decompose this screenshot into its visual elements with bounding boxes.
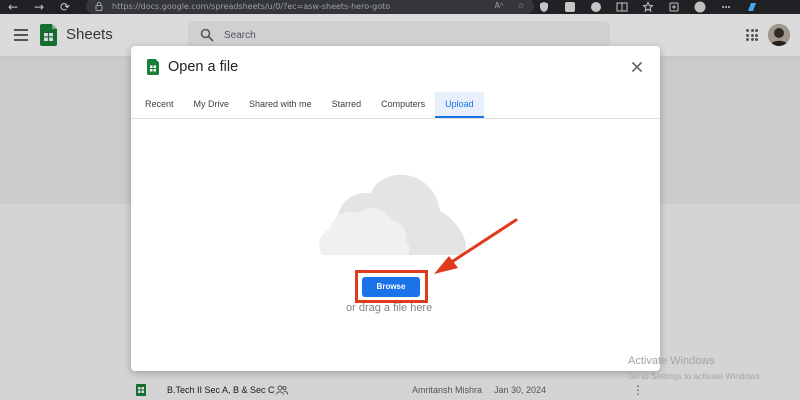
back-icon[interactable]: ← bbox=[0, 0, 26, 14]
reload-icon[interactable]: ⟳ bbox=[52, 0, 78, 14]
tab-shared-with-me[interactable]: Shared with me bbox=[239, 92, 322, 118]
profile-icon[interactable] bbox=[694, 1, 706, 13]
address-bar[interactable]: https://docs.google.com/spreadsheets/u/0… bbox=[86, 0, 534, 14]
tab-starred[interactable]: Starred bbox=[322, 92, 372, 118]
activate-windows-subtitle: Go to Settings to activate Windows. bbox=[628, 371, 763, 381]
sheets-logo-icon bbox=[147, 59, 159, 75]
tabs-divider bbox=[131, 118, 660, 119]
browser-toolbar: ← → ⟳ https://docs.google.com/spreadshee… bbox=[0, 0, 800, 14]
favorites-icon[interactable] bbox=[642, 1, 654, 13]
close-icon[interactable] bbox=[631, 61, 643, 73]
browse-button[interactable]: Browse bbox=[362, 277, 420, 297]
dialog-title: Open a file bbox=[168, 59, 239, 75]
url-text: https://docs.google.com/spreadsheets/u/0… bbox=[112, 1, 391, 11]
tab-upload[interactable]: Upload bbox=[435, 92, 484, 118]
tab-computers[interactable]: Computers bbox=[371, 92, 435, 118]
favorite-star-icon[interactable]: ☆ bbox=[516, 0, 526, 10]
upload-cloud-illustration bbox=[319, 174, 466, 255]
open-file-dialog: Open a file Recent My Drive Shared with … bbox=[131, 46, 660, 371]
copilot-icon[interactable] bbox=[746, 1, 758, 13]
read-aloud-icon[interactable]: Aᴬ bbox=[494, 0, 504, 10]
activate-windows-title: Activate Windows bbox=[628, 355, 715, 367]
more-menu-icon[interactable] bbox=[720, 1, 732, 13]
lock-icon bbox=[95, 1, 103, 11]
extension-icon[interactable] bbox=[564, 1, 576, 13]
tab-recent[interactable]: Recent bbox=[135, 92, 184, 118]
tab-my-drive[interactable]: My Drive bbox=[184, 92, 240, 118]
shield-extension-icon[interactable] bbox=[538, 1, 550, 13]
split-screen-icon[interactable] bbox=[616, 1, 628, 13]
drag-file-hint: or drag a file here bbox=[346, 302, 433, 314]
extensions-bar bbox=[538, 1, 758, 13]
forward-icon[interactable]: → bbox=[26, 0, 52, 14]
grammar-extension-icon[interactable] bbox=[590, 1, 602, 13]
collections-icon[interactable] bbox=[668, 1, 680, 13]
dialog-tabs: Recent My Drive Shared with me Starred C… bbox=[135, 92, 484, 118]
